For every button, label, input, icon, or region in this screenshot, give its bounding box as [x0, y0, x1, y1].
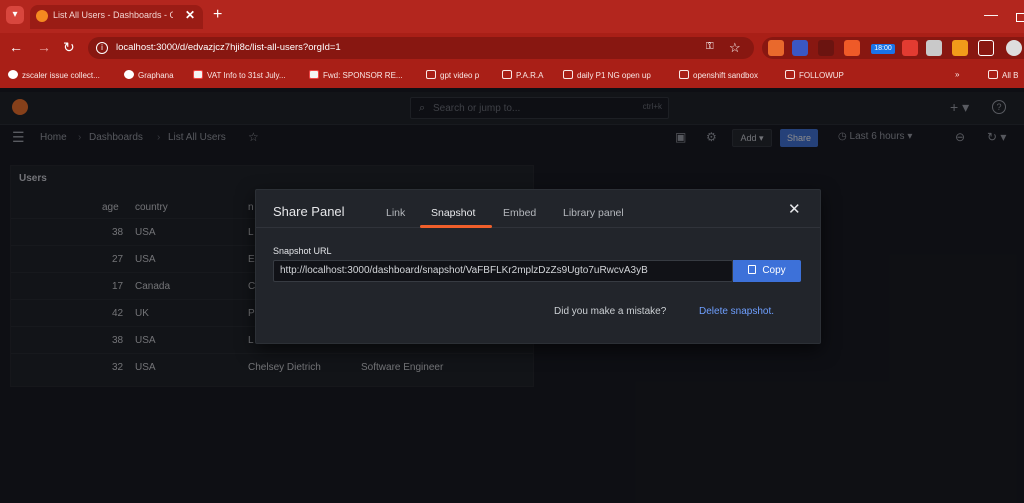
modal-title: Share Panel: [273, 204, 345, 219]
bookmarks-overflow-icon[interactable]: »: [955, 70, 959, 79]
minimize-window-button[interactable]: —: [984, 6, 998, 22]
extension-icon[interactable]: [844, 40, 860, 56]
profile-avatar[interactable]: [1006, 40, 1022, 56]
favicon-icon: [124, 70, 134, 79]
extension-icon[interactable]: [952, 40, 968, 56]
bookmark-folder[interactable]: openshift sandbox: [679, 70, 758, 80]
folder-icon: [988, 70, 998, 79]
bookmark-star-icon[interactable]: ☆: [729, 40, 741, 56]
share-panel-modal: Share Panel Link Snapshot Embed Library …: [255, 189, 821, 344]
close-icon[interactable]: ✕: [788, 200, 801, 218]
extension-icon[interactable]: [818, 40, 834, 56]
folder-icon: [563, 70, 573, 79]
folder-icon: [785, 70, 795, 79]
tab-link[interactable]: Link: [386, 207, 405, 219]
active-tab-indicator: [420, 225, 492, 228]
grafana-favicon-icon: [36, 10, 48, 22]
maximize-window-button[interactable]: [1016, 13, 1024, 22]
delete-snapshot-link[interactable]: Delete snapshot.: [699, 306, 774, 317]
extensions-toolbar: 18:00: [762, 37, 1024, 59]
copy-button[interactable]: Copy: [733, 260, 801, 282]
extension-icon[interactable]: [792, 40, 808, 56]
folder-icon: [426, 70, 436, 79]
back-icon[interactable]: ←: [9, 39, 23, 55]
bookmark-folder[interactable]: gpt video p: [426, 70, 479, 80]
site-info-icon[interactable]: i: [96, 42, 108, 54]
bookmark-item[interactable]: zscaler issue collect...: [8, 70, 100, 80]
calendar-extension-icon[interactable]: 18:00: [871, 44, 895, 54]
mistake-text: Did you make a mistake?: [554, 306, 667, 317]
bookmark-folder[interactable]: daily P1 NG open up: [563, 70, 651, 80]
tab-snapshot[interactable]: Snapshot: [431, 207, 475, 219]
browser-tab-strip: ▾ List All Users - Dashboards - Gra ✕ + …: [0, 0, 1024, 33]
copy-icon: [748, 265, 757, 274]
close-tab-icon[interactable]: ✕: [185, 8, 195, 22]
tab-title: List All Users - Dashboards - Gra: [53, 10, 173, 20]
new-tab-button[interactable]: +: [213, 6, 222, 24]
bookmark-folder[interactable]: FOLLOWUP: [785, 70, 844, 80]
favicon-icon: [8, 70, 18, 79]
modal-header: Share Panel Link Snapshot Embed Library …: [256, 190, 820, 228]
extension-icon[interactable]: [902, 40, 918, 56]
reload-icon[interactable]: ↻: [63, 39, 75, 56]
extension-icon[interactable]: [926, 40, 942, 56]
tab-library-panel[interactable]: Library panel: [563, 207, 624, 219]
bookmark-folder[interactable]: P.A.R.A: [502, 70, 543, 80]
tab-search-button[interactable]: ▾: [6, 6, 24, 24]
extensions-puzzle-icon[interactable]: [978, 40, 994, 56]
browser-tab[interactable]: List All Users - Dashboards - Gra ✕: [30, 5, 203, 29]
bookmark-item[interactable]: VAT Info to 31st July...: [193, 70, 286, 80]
extension-icon[interactable]: [768, 40, 784, 56]
url-text[interactable]: localhost:3000/d/edvazjcz7hji8c/list-all…: [116, 42, 341, 53]
address-bar[interactable]: i localhost:3000/d/edvazjcz7hji8c/list-a…: [88, 37, 754, 59]
forward-icon[interactable]: →: [37, 39, 51, 55]
bookmark-folder[interactable]: All B: [988, 70, 1018, 80]
snapshot-url-field[interactable]: http://localhost:3000/dashboard/snapshot…: [273, 260, 733, 282]
address-bar-row: ← → ↻ i localhost:3000/d/edvazjcz7hji8c/…: [0, 33, 1024, 63]
tab-embed[interactable]: Embed: [503, 207, 536, 219]
snapshot-url-label: Snapshot URL: [273, 246, 332, 256]
gmail-icon: [309, 70, 319, 79]
password-key-icon[interactable]: ⚿: [706, 41, 714, 52]
bookmark-item[interactable]: Graphana: [124, 70, 174, 80]
bookmarks-bar: zscaler issue collect... Graphana VAT In…: [0, 63, 1024, 88]
folder-icon: [502, 70, 512, 79]
gmail-icon: [193, 70, 203, 79]
bookmark-item[interactable]: Fwd: SPONSOR RE...: [309, 70, 403, 80]
folder-icon: [679, 70, 689, 79]
